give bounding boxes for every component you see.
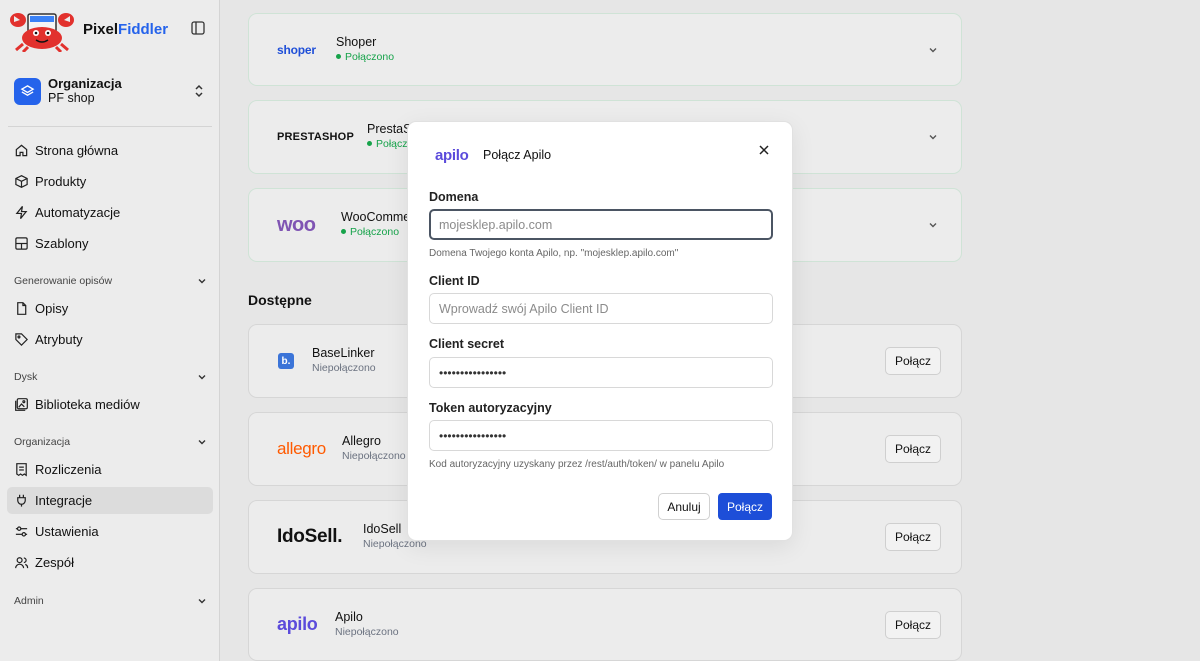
section-descriptions[interactable]: Generowanie opisów: [14, 274, 206, 288]
integration-name: Shoper: [336, 34, 377, 49]
token-help: Kod autoryzacyjny uzyskany przez /rest/a…: [429, 459, 725, 470]
domain-input[interactable]: [429, 209, 773, 240]
sidebar-item-billing[interactable]: Rozliczenia: [7, 456, 213, 483]
sidebar-item-attributes[interactable]: Atrybuty: [7, 326, 213, 353]
apilo-logo: apilo: [435, 147, 469, 164]
connect-allegro-button[interactable]: Połącz: [885, 435, 941, 463]
client-secret-input[interactable]: [429, 357, 773, 388]
sidebar-item-templates[interactable]: Szablony: [7, 230, 213, 257]
sidebar-item-label: Strona główna: [35, 143, 119, 158]
connect-apilo-button[interactable]: Połącz: [885, 610, 941, 639]
sidebar-item-descriptions[interactable]: Opisy: [7, 295, 213, 322]
allegro-logo: allegro: [277, 439, 326, 458]
tag-icon: [15, 333, 28, 346]
home-icon: [15, 144, 28, 157]
sidebar-item-label: Produkty: [35, 174, 87, 189]
section-label: Generowanie opisów: [14, 275, 113, 287]
baselinker-logo: b.: [278, 325, 294, 397]
sidebar-toggle-icon[interactable]: [190, 20, 206, 36]
sidebar-item-label: Ustawienia: [35, 524, 99, 539]
plug-icon: [17, 494, 26, 507]
brand-name: PixelFiddler: [83, 20, 169, 38]
integration-name: BaseLinker: [312, 346, 375, 360]
sliders-icon: [15, 526, 28, 537]
available-section-title: Dostępne: [248, 292, 312, 308]
organization-switcher[interactable]: Organizacja PF shop: [14, 75, 206, 107]
chevron-down-icon[interactable]: [927, 219, 939, 231]
sidebar-item-settings[interactable]: Ustawienia: [7, 518, 213, 545]
sidebar-item-team[interactable]: Zespół: [7, 549, 213, 576]
zap-icon: [15, 206, 28, 219]
apilo-logo: apilo: [277, 614, 318, 634]
section-label: Organizacja: [14, 436, 71, 448]
domain-label: Domena: [429, 190, 479, 204]
sidebar-item-label: Integracje: [35, 493, 93, 508]
sidebar-item-integrations[interactable]: Integracje: [7, 487, 213, 514]
section-organization[interactable]: Organizacja: [14, 435, 206, 449]
image-icon: [15, 398, 28, 411]
token-label: Token autoryzacyjny: [429, 401, 552, 415]
receipt-icon: [16, 463, 27, 477]
chevron-down-icon[interactable]: [927, 131, 939, 143]
connect-apilo-dialog: apilo Połącz Apilo Domena Domena Twojego…: [407, 121, 793, 541]
up-down-chevron-icon: [195, 84, 203, 98]
section-disk[interactable]: Dysk: [14, 370, 206, 384]
organization-name: PF shop: [48, 91, 95, 105]
sidebar-item-label: Opisy: [35, 301, 69, 316]
domain-help: Domena Twojego konta Apilo, np. "mojeskl…: [429, 248, 679, 259]
section-admin[interactable]: Admin: [14, 594, 206, 608]
status-text: Niepołączono: [335, 625, 399, 638]
sidebar-item-home[interactable]: Strona główna: [7, 137, 213, 164]
sidebar-item-label: Biblioteka mediów: [35, 397, 140, 412]
chevron-down-icon: [198, 375, 206, 380]
connect-baselinker-button[interactable]: Połącz: [885, 347, 941, 375]
sidebar-item-label: Zespół: [35, 555, 75, 570]
connect-idosell-button[interactable]: Połącz: [885, 523, 941, 551]
woo-logo: woo: [277, 213, 316, 236]
status-text: Niepołączono: [342, 450, 406, 462]
client-id-input[interactable]: [429, 293, 773, 324]
stack-icon: [14, 77, 41, 105]
idosell-logo: IdoSell.: [277, 526, 343, 547]
section-label: Admin: [14, 595, 44, 607]
sidebar-item-label: Rozliczenia: [35, 462, 102, 477]
box-icon: [15, 175, 28, 188]
chevron-down-icon: [198, 599, 206, 604]
sidebar-item-label: Szablony: [35, 236, 89, 251]
integration-name: Allegro: [342, 434, 381, 448]
sidebar: PixelFiddler Organizacja PF shop Strona …: [0, 0, 220, 661]
integration-name: Apilo: [335, 609, 363, 624]
crab-logo-icon: [10, 13, 74, 52]
token-input[interactable]: [429, 420, 773, 451]
section-label: Dysk: [14, 371, 38, 383]
sidebar-item-media-library[interactable]: Biblioteka mediów: [7, 391, 213, 418]
client-secret-label: Client secret: [429, 337, 505, 351]
integration-card-apilo: apilo Apilo Niepołączono Połącz: [248, 588, 962, 661]
organization-title: Organizacja: [48, 76, 122, 91]
prestashop-logo: PRESTASHOP: [277, 131, 354, 143]
sidebar-item-products[interactable]: Produkty: [7, 168, 213, 195]
chevron-down-icon[interactable]: [927, 44, 939, 56]
status-text: Niepołączono: [312, 362, 376, 374]
sidebar-divider: [8, 126, 212, 127]
close-icon[interactable]: [756, 142, 772, 158]
chevron-down-icon: [198, 279, 206, 284]
status-badge: Połączono: [336, 50, 394, 65]
cancel-button[interactable]: Anuluj: [658, 493, 710, 520]
file-icon: [17, 302, 27, 315]
users-icon: [15, 557, 29, 569]
client-id-label: Client ID: [429, 274, 480, 288]
layout-icon: [15, 237, 28, 250]
connect-button[interactable]: Połącz: [718, 493, 772, 520]
shoper-logo: shoper: [277, 42, 316, 57]
sidebar-item-label: Atrybuty: [35, 332, 83, 347]
chevron-down-icon: [198, 440, 206, 445]
dialog-title: Połącz Apilo: [483, 148, 552, 162]
integration-card-shoper[interactable]: shoper Shoper Połączono: [248, 13, 962, 86]
sidebar-item-label: Automatyzacje: [35, 205, 121, 220]
sidebar-item-automations[interactable]: Automatyzacje: [7, 199, 213, 226]
brand[interactable]: PixelFiddler: [8, 6, 212, 52]
